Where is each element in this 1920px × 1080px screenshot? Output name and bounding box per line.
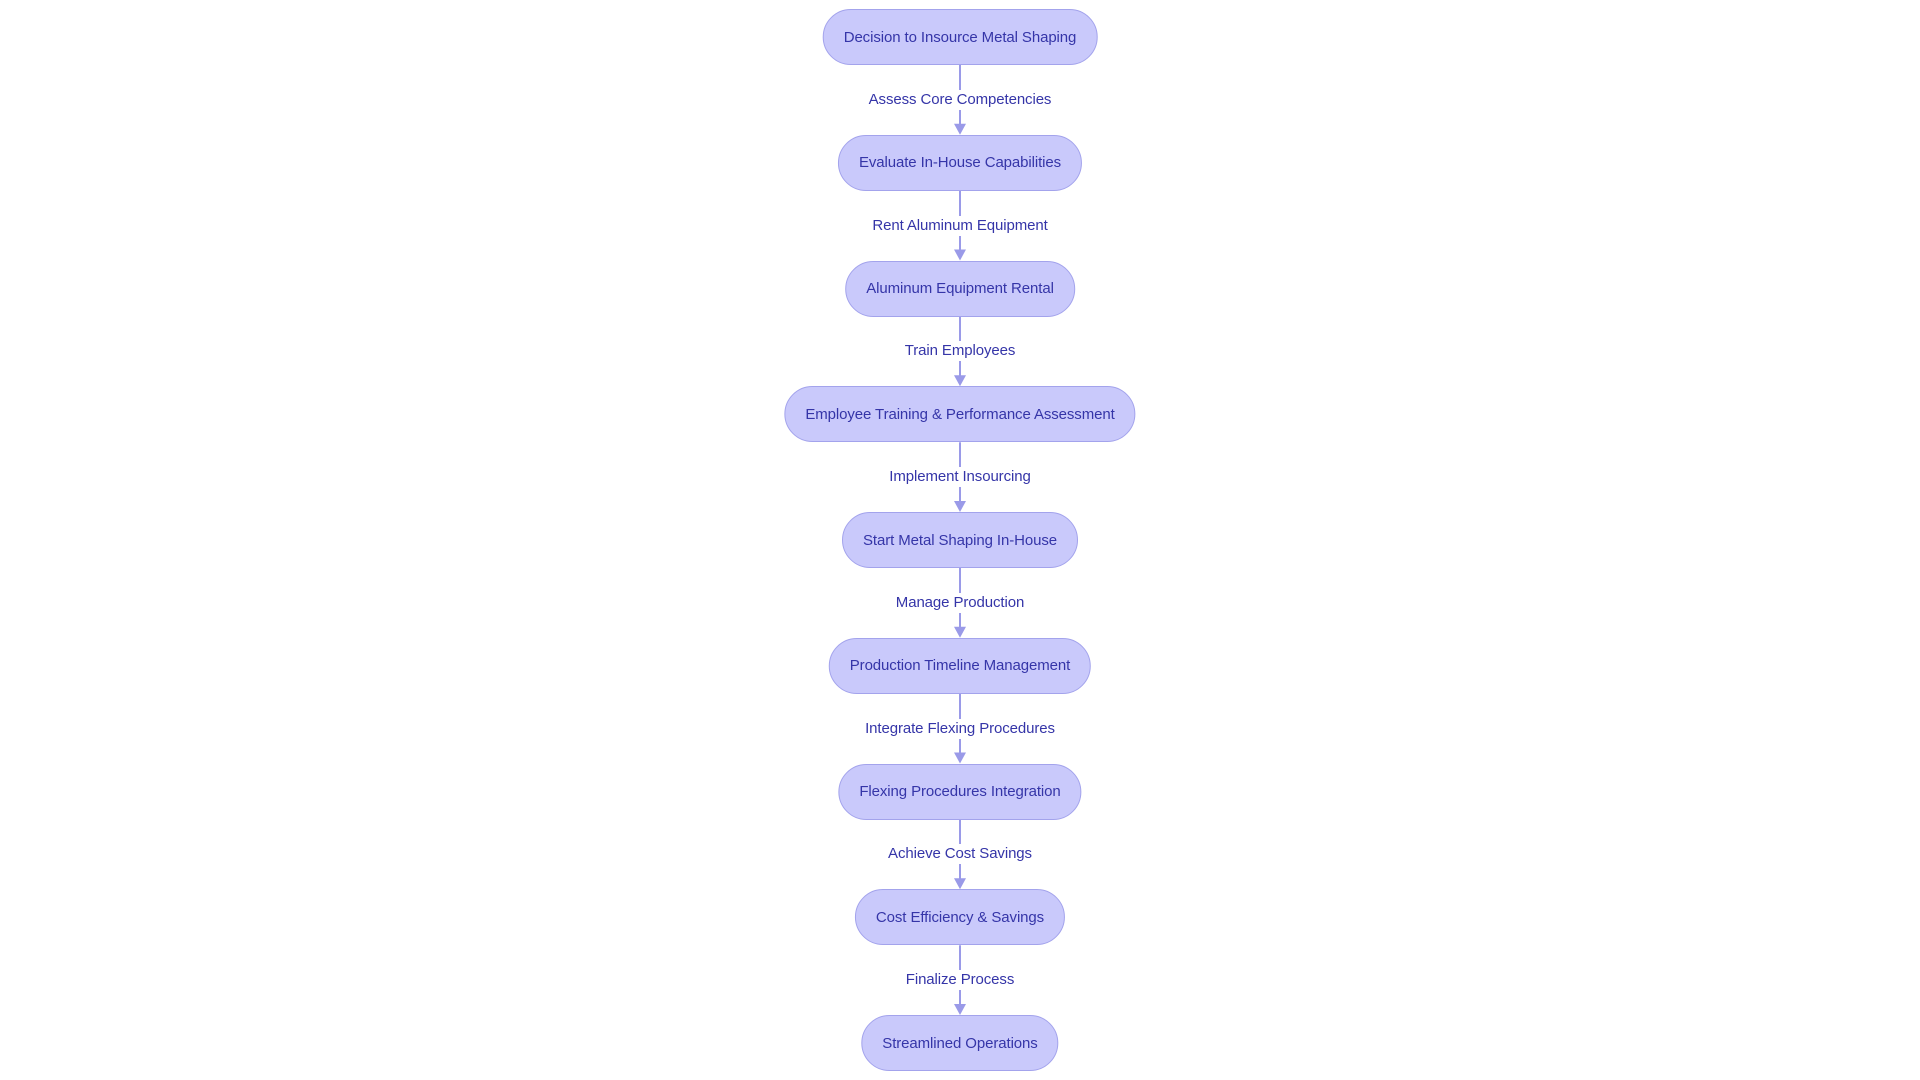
node-start-metal-shaping[interactable]: Start Metal Shaping In-House (842, 512, 1078, 568)
node-aluminum-equipment-rental[interactable]: Aluminum Equipment Rental (845, 260, 1075, 317)
edge-label-implement-insourcing: Implement Insourcing (887, 467, 1033, 488)
arrowhead-icon (954, 123, 966, 135)
edge-label-train-employees: Train Employees (902, 341, 1018, 362)
edge-label-achieve-cost-savings: Achieve Cost Savings (886, 844, 1034, 865)
arrowhead-icon (954, 249, 966, 261)
arrowhead-icon (954, 626, 966, 638)
node-streamlined-operations[interactable]: Streamlined Operations (861, 1015, 1059, 1071)
edge-label-rent-aluminum-equipment: Rent Aluminum Equipment (870, 215, 1050, 236)
node-cost-efficiency[interactable]: Cost Efficiency & Savings (854, 889, 1066, 946)
edge-label-integrate-flexing: Integrate Flexing Procedures (863, 718, 1057, 739)
edge-label-assess-core-competencies: Assess Core Competencies (866, 89, 1054, 110)
node-flexing-procedures[interactable]: Flexing Procedures Integration (838, 763, 1082, 820)
edge-label-manage-production: Manage Production (893, 592, 1027, 613)
arrowhead-icon (954, 501, 966, 512)
arrowhead-icon (954, 752, 966, 764)
arrowhead-icon (954, 878, 966, 890)
node-employee-training[interactable]: Employee Training & Performance Assessme… (784, 386, 1136, 443)
node-production-timeline[interactable]: Production Timeline Management (828, 637, 1092, 694)
node-evaluate-capabilities[interactable]: Evaluate In-House Capabilities (837, 134, 1083, 191)
flowchart: Decision to Insource Metal Shaping Evalu… (0, 0, 1920, 1080)
edge-label-finalize-process: Finalize Process (903, 970, 1017, 991)
node-decision-to-insource[interactable]: Decision to Insource Metal Shaping (822, 9, 1098, 65)
arrowhead-icon (954, 1004, 966, 1015)
arrowhead-icon (954, 375, 966, 387)
